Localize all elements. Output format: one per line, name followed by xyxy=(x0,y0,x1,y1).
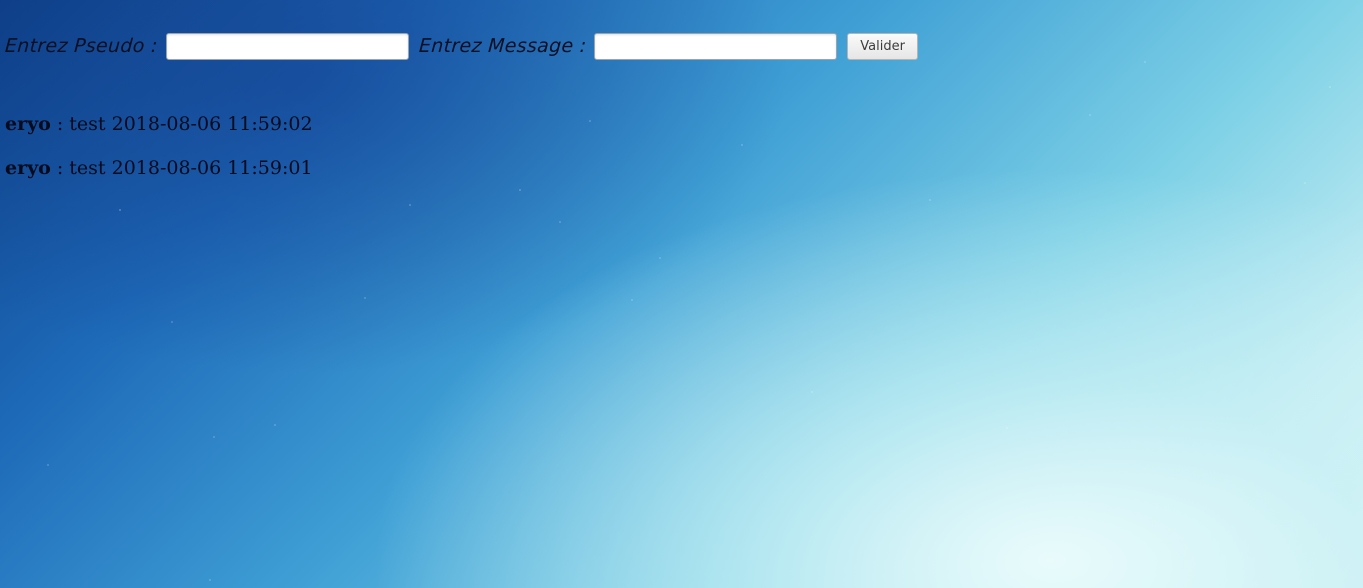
message-text: test xyxy=(69,157,106,179)
message-timestamp: 2018-08-06 11:59:01 xyxy=(111,157,313,179)
message-separator: : xyxy=(50,157,70,179)
message-list: eryo : test 2018-08-06 11:59:02 eryo : t… xyxy=(5,102,313,190)
message-text: test xyxy=(69,113,106,135)
pseudo-label: Entrez Pseudo : xyxy=(4,35,159,57)
message-author: eryo xyxy=(5,157,51,179)
background-stars xyxy=(0,0,1363,588)
message-label: Entrez Message : xyxy=(417,35,588,57)
valider-button[interactable]: Valider xyxy=(847,32,918,60)
chat-form: Entrez Pseudo : Entrez Message : Valider xyxy=(4,30,918,62)
message-author: eryo xyxy=(5,113,51,135)
pseudo-input[interactable] xyxy=(165,32,409,60)
message-item: eryo : test 2018-08-06 11:59:02 xyxy=(5,102,313,146)
message-input[interactable] xyxy=(594,32,838,60)
message-item: eryo : test 2018-08-06 11:59:01 xyxy=(5,146,313,190)
message-separator: : xyxy=(50,113,70,135)
message-timestamp: 2018-08-06 11:59:02 xyxy=(111,113,313,135)
